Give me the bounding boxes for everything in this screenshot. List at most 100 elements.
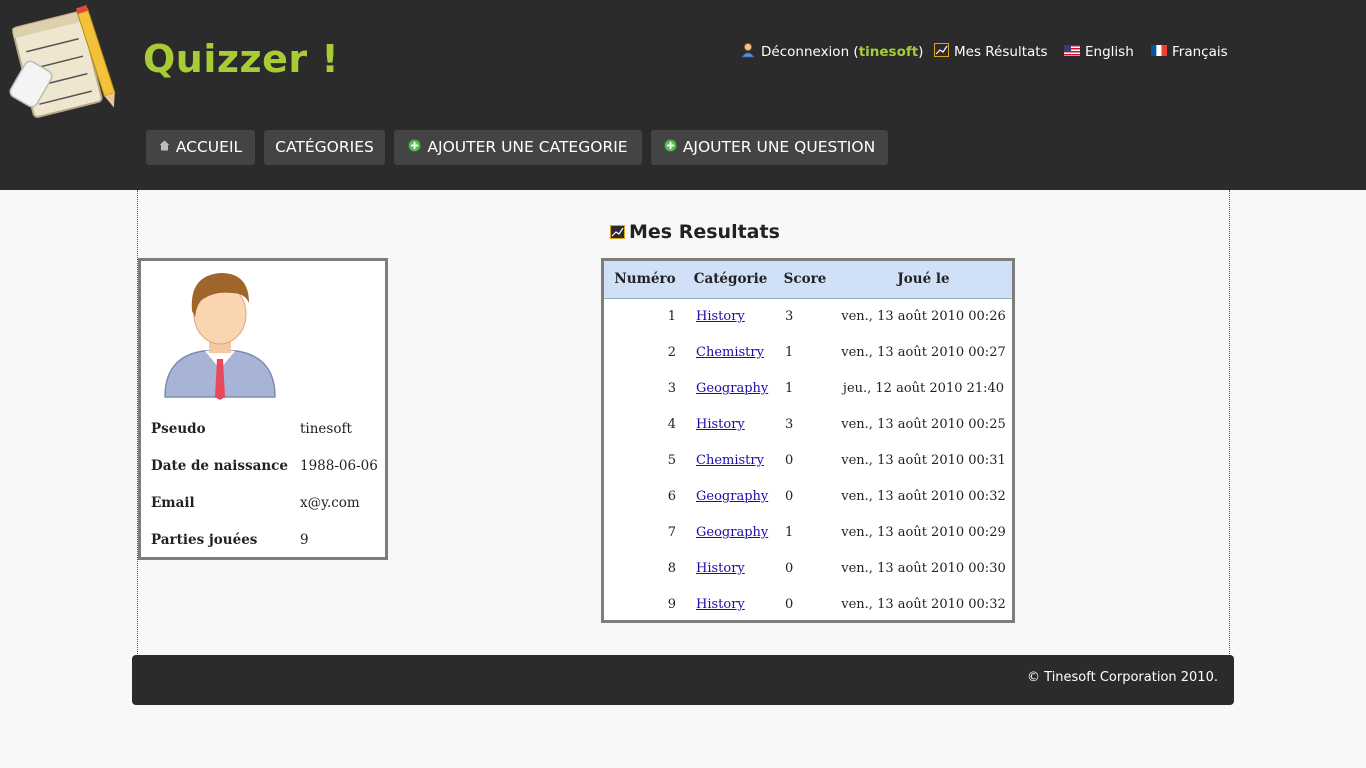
plus-circle-icon <box>663 139 677 152</box>
notepad-pencil-logo-icon[interactable] <box>8 2 126 120</box>
logout-suffix: ) <box>918 44 924 60</box>
category-link[interactable]: Chemistry <box>696 345 764 360</box>
cell-number: 7 <box>667 525 676 540</box>
table-row: 6 Geography 0 ven., 13 août 2010 00:32 <box>604 479 1012 515</box>
cell-played-on: ven., 13 août 2010 00:31 <box>841 453 1006 468</box>
english-link[interactable]: English <box>1064 42 1134 62</box>
table-row: 8 History 0 ven., 13 août 2010 00:30 <box>604 551 1012 587</box>
cell-category: Geography <box>686 371 775 407</box>
column-header-played-on: Joué le <box>835 261 1012 299</box>
french-flag-icon <box>1151 44 1167 56</box>
results-title: Mes Resultats <box>610 221 780 243</box>
cell-category: History <box>686 298 775 335</box>
cell-score: 3 <box>785 309 794 324</box>
cell-number: 6 <box>667 489 676 504</box>
user-icon <box>741 43 755 58</box>
category-link[interactable]: Chemistry <box>696 453 764 468</box>
table-row: 5 Chemistry 0 ven., 13 août 2010 00:31 <box>604 443 1012 479</box>
category-link[interactable]: Geography <box>696 525 768 540</box>
cell-played-on: jeu., 12 août 2010 21:40 <box>842 381 1005 396</box>
cell-played-on: ven., 13 août 2010 00:25 <box>841 417 1006 432</box>
nav-categories-button[interactable]: CATÉGORIES <box>264 130 385 165</box>
username[interactable]: tinesoft <box>859 44 918 60</box>
results-header-row: Numéro Catégorie Score Joué le <box>604 261 1012 299</box>
cell-played-on: ven., 13 août 2010 00:32 <box>841 489 1006 504</box>
cell-number: 8 <box>667 561 676 576</box>
column-header-score: Score <box>775 261 835 299</box>
user-avatar-icon <box>164 273 276 400</box>
french-link[interactable]: Français <box>1151 42 1228 62</box>
cell-number: 9 <box>667 597 676 612</box>
results-table: Numéro Catégorie Score Joué le 1 History 3… <box>601 258 1015 623</box>
cell-played-on: ven., 13 août 2010 00:30 <box>841 561 1006 576</box>
cell-number: 1 <box>667 309 676 324</box>
main-content: Pseudo tinesoft Date de naissance 1988-0… <box>137 190 1230 660</box>
nav-add-question-button[interactable]: AJOUTER UNE QUESTION <box>651 130 888 165</box>
results-chart-icon <box>934 43 949 57</box>
column-header-number: Numéro <box>604 261 686 299</box>
category-link[interactable]: History <box>696 417 745 432</box>
site-header: Quizzer ! Déconnexion (tinesoft) Mes Rés… <box>0 0 1366 190</box>
column-header-category: Catégorie <box>686 261 775 299</box>
results-title-text: Mes Resultats <box>629 221 780 243</box>
results-chart-icon <box>610 224 625 239</box>
cell-category: Geography <box>686 479 775 515</box>
logout-label[interactable]: Déconnexion ( <box>761 44 859 60</box>
category-link[interactable]: History <box>696 309 745 324</box>
my-results-link[interactable]: Mes Résultats <box>934 42 1048 62</box>
table-row: 9 History 0 ven., 13 août 2010 00:32 <box>604 587 1012 623</box>
nav-categories-label: CATÉGORIES <box>275 138 374 156</box>
cell-number: 4 <box>667 417 676 432</box>
cell-number: 3 <box>667 381 676 396</box>
cell-category: History <box>686 587 775 623</box>
table-row: 3 Geography 1 jeu., 12 août 2010 21:40 <box>604 371 1012 407</box>
home-icon <box>159 140 170 151</box>
cell-played-on: ven., 13 août 2010 00:26 <box>841 309 1006 324</box>
table-row: 7 Geography 1 ven., 13 août 2010 00:29 <box>604 515 1012 551</box>
profile-label: Email <box>151 495 195 511</box>
nav-home-button[interactable]: ACCUEIL <box>146 130 255 165</box>
profile-value: 9 <box>300 532 309 548</box>
cell-played-on: ven., 13 août 2010 00:32 <box>841 597 1006 612</box>
logout-link[interactable]: Déconnexion (tinesoft) <box>740 42 923 62</box>
category-link[interactable]: Geography <box>696 489 768 504</box>
profile-label: Pseudo <box>151 421 206 437</box>
cell-score: 0 <box>785 453 794 468</box>
results-table-grid: Numéro Catégorie Score Joué le 1 History 3… <box>604 261 1012 623</box>
cell-score: 3 <box>785 417 794 432</box>
nav-add-category-button[interactable]: AJOUTER UNE CATEGORIE <box>394 130 642 165</box>
nav-add-question-label: AJOUTER UNE QUESTION <box>682 138 876 156</box>
category-link[interactable]: Geography <box>696 381 768 396</box>
french-label[interactable]: Français <box>1172 44 1228 60</box>
cell-category: History <box>686 551 775 587</box>
category-link[interactable]: History <box>696 561 745 576</box>
category-link[interactable]: History <box>696 597 745 612</box>
cell-number: 5 <box>667 453 676 468</box>
cell-score: 1 <box>785 345 794 360</box>
english-label[interactable]: English <box>1085 44 1134 60</box>
table-row: 2 Chemistry 1 ven., 13 août 2010 00:27 <box>604 335 1012 371</box>
cell-score: 0 <box>785 489 794 504</box>
site-title[interactable]: Quizzer ! <box>143 34 339 84</box>
cell-score: 1 <box>785 525 794 540</box>
plus-circle-icon <box>408 139 422 152</box>
cell-category: History <box>686 407 775 443</box>
cell-score: 1 <box>785 381 794 396</box>
cell-number: 2 <box>667 345 676 360</box>
results-body: 1 History 3 ven., 13 août 2010 00:26 2 Chemis… <box>604 298 1012 623</box>
nav-add-category-label: AJOUTER UNE CATEGORIE <box>427 138 628 156</box>
profile-label: Parties jouées <box>151 532 258 548</box>
us-flag-icon <box>1064 44 1080 56</box>
my-results-label[interactable]: Mes Résultats <box>954 44 1048 60</box>
cell-category: Chemistry <box>686 335 775 371</box>
cell-played-on: ven., 13 août 2010 00:29 <box>841 525 1006 540</box>
footer-copyright: © Tinesoft Corporation 2010. <box>1027 670 1218 685</box>
profile-label: Date de naissance <box>151 458 288 474</box>
cell-category: Chemistry <box>686 443 775 479</box>
table-row: 1 History 3 ven., 13 août 2010 00:26 <box>604 298 1012 335</box>
site-footer: © Tinesoft Corporation 2010. <box>132 655 1234 705</box>
cell-score: 0 <box>785 597 794 612</box>
nav-home-label: ACCUEIL <box>175 138 243 156</box>
table-row: 4 History 3 ven., 13 août 2010 00:25 <box>604 407 1012 443</box>
profile-value: 1988-06-06 <box>300 458 378 474</box>
